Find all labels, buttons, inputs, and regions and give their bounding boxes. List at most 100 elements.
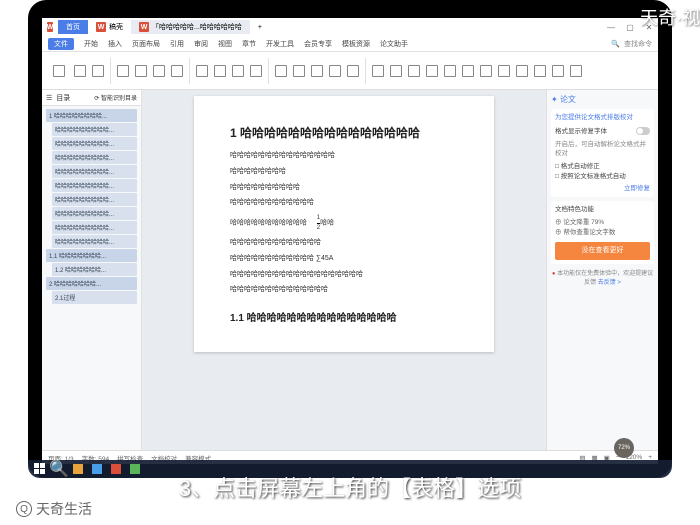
ribbon-btn[interactable] [460,59,476,83]
menu-layout[interactable]: 页面布局 [132,39,160,49]
outline-item[interactable]: 1.1 哈哈哈哈哈哈哈... [46,249,137,262]
ribbon-btn[interactable] [424,59,440,83]
doc-para: 哈哈哈哈哈哈哈哈哈哈哈哈哈哈哈 [230,151,458,161]
ribbon-btn[interactable] [388,59,404,83]
menu-review[interactable]: 审阅 [194,39,208,49]
outline-title: 目录 [56,93,70,103]
ribbon-btn[interactable] [568,59,584,83]
outline-item[interactable]: 2 哈哈哈哈哈哈哈... [46,277,137,290]
ribbon-btn[interactable] [291,59,307,83]
outline-icon: ☰ [46,94,52,102]
outline-item[interactable]: 哈哈哈哈哈哈哈哈哈... [52,207,137,220]
rpanel-fix-link[interactable]: 立即修复 [555,184,650,194]
rpanel-link[interactable]: 为您提供论文格式排版校对 [555,113,650,123]
outline-item[interactable]: 1 哈哈哈哈哈哈哈哈... [46,109,137,122]
logo-icon: Q [16,501,32,517]
menu-view[interactable]: 视图 [218,39,232,49]
tab-new-doc[interactable]: W 稿壳 [88,20,131,34]
outline-item[interactable]: 哈哈哈哈哈哈哈哈哈... [52,193,137,206]
menu-devtools[interactable]: 开发工具 [266,39,294,49]
menubar: 文件 开始 插入 页面布局 引用 审阅 视图 章节 开发工具 会员专享 模板资源… [42,36,658,52]
outline-item[interactable]: 哈哈哈哈哈哈哈哈哈... [52,221,137,234]
ribbon-btn[interactable] [442,59,458,83]
monitor-frame: W 首页 W 稿壳 W 「哈哈哈哈哈...哈哈哈哈哈哈 + — ▢ ✕ 文件 开… [28,0,672,478]
ribbon-btn[interactable] [406,59,422,83]
zoom-badge[interactable]: 72% [614,438,634,458]
doc-para: 哈哈哈哈哈哈哈哈哈哈 [230,183,458,193]
outline-refresh[interactable]: ⟳ 智能识别目录 [94,93,137,102]
search-placeholder: 查找命令 [624,39,652,49]
ribbon-cut[interactable] [72,59,88,83]
ribbon-paste[interactable] [48,59,70,83]
minimize-button[interactable]: — [602,20,620,34]
command-search[interactable]: 🔍 查找命令 [611,39,652,49]
doc-h1: 1 哈哈哈哈哈哈哈哈哈哈哈哈哈哈哈 [230,124,458,141]
ribbon-copy[interactable] [90,59,106,83]
doc-para: 哈哈哈哈哈哈哈哈哈哈哈哈哈哈哈哈哈哈哈 [230,270,458,280]
rpanel-feat2[interactable]: ⊕ 帮你查重论文字数 [555,228,650,238]
outline-list[interactable]: 1 哈哈哈哈哈哈哈哈...哈哈哈哈哈哈哈哈哈...哈哈哈哈哈哈哈哈哈...哈哈哈… [42,106,141,450]
outline-header: ☰ 目录 ⟳ 智能识别目录 [42,90,141,106]
rpanel-feat1[interactable]: ⊕ 论文降重 79% [555,218,650,228]
ribbon-btn[interactable] [370,59,386,83]
ribbon [42,52,658,90]
ribbon-btn[interactable] [514,59,530,83]
doc-para: 哈哈哈哈哈哈哈哈 [230,167,458,177]
ribbon-btn[interactable] [309,59,325,83]
main-area: ☰ 目录 ⟳ 智能识别目录 1 哈哈哈哈哈哈哈哈...哈哈哈哈哈哈哈哈哈...哈… [42,90,658,450]
ribbon-btn[interactable] [550,59,566,83]
tab-home[interactable]: 首页 [58,20,88,34]
rpanel-box1: 为您提供论文格式排版校对 格式显示修复字体 开启后，可自动解析论文格式并校对 □… [551,109,654,197]
outline-item[interactable]: 哈哈哈哈哈哈哈哈哈... [52,137,137,150]
menu-file[interactable]: 文件 [48,38,74,50]
outline-item[interactable]: 1.2 哈哈哈哈哈哈... [52,263,137,276]
doc-h2: 1.1 哈哈哈哈哈哈哈哈哈哈哈哈哈哈哈 [230,309,458,324]
ribbon-btn[interactable] [345,59,361,83]
right-panel: ✦ 论文 为您提供论文格式排版校对 格式显示修复字体 开启后，可自动解析论文格式… [546,90,658,450]
ribbon-btn[interactable] [194,59,210,83]
menu-section[interactable]: 章节 [242,39,256,49]
screen: W 首页 W 稿壳 W 「哈哈哈哈哈...哈哈哈哈哈哈 + — ▢ ✕ 文件 开… [42,18,658,464]
outline-item[interactable]: 哈哈哈哈哈哈哈哈哈... [52,235,137,248]
rpanel-checkbox2[interactable]: □ 按照论文标准格式自动 [555,172,650,182]
outline-item[interactable]: 哈哈哈哈哈哈哈哈哈... [52,123,137,136]
menu-start[interactable]: 开始 [84,39,98,49]
ribbon-btn[interactable] [169,59,185,83]
ribbon-btn[interactable] [327,59,343,83]
maximize-button[interactable]: ▢ [621,20,639,34]
ribbon-btn[interactable] [478,59,494,83]
rpanel-header: ✦ 论文 [551,94,654,105]
doc-para: 哈哈哈哈哈哈哈哈哈哈哈哈哈哈 [230,285,458,295]
outline-panel: ☰ 目录 ⟳ 智能识别目录 1 哈哈哈哈哈哈哈哈...哈哈哈哈哈哈哈哈哈...哈… [42,90,142,450]
watermark-bottom-left: Q 天奇生活 [16,499,92,519]
ribbon-btn[interactable] [212,59,228,83]
rpanel-section-title: 文档特色功能 [555,205,650,215]
tab-document[interactable]: W 「哈哈哈哈哈...哈哈哈哈哈哈 [131,20,250,34]
ribbon-btn[interactable] [151,59,167,83]
feedback-link[interactable]: 去反馈 > [598,280,621,286]
rpanel-checkbox1[interactable]: □ 格式自动修正 [555,162,650,172]
wps-logo[interactable]: W [42,20,58,34]
document-page[interactable]: 1 哈哈哈哈哈哈哈哈哈哈哈哈哈哈哈 哈哈哈哈哈哈哈哈哈哈哈哈哈哈哈 哈哈哈哈哈哈… [194,96,494,352]
menu-reference[interactable]: 引用 [170,39,184,49]
outline-item[interactable]: 哈哈哈哈哈哈哈哈哈... [52,151,137,164]
ribbon-btn[interactable] [133,59,149,83]
ribbon-btn[interactable] [532,59,548,83]
menu-vip[interactable]: 会员专享 [304,39,332,49]
menu-insert[interactable]: 插入 [108,39,122,49]
outline-item[interactable]: 哈哈哈哈哈哈哈哈哈... [52,179,137,192]
ribbon-btn[interactable] [230,59,246,83]
document-canvas[interactable]: 1 哈哈哈哈哈哈哈哈哈哈哈哈哈哈哈 哈哈哈哈哈哈哈哈哈哈哈哈哈哈哈 哈哈哈哈哈哈… [142,90,546,450]
tab-add[interactable]: + [250,22,270,33]
toggle-switch[interactable] [636,127,650,135]
ribbon-btn[interactable] [248,59,264,83]
menu-template[interactable]: 模板资源 [342,39,370,49]
ribbon-btn[interactable] [273,59,289,83]
ribbon-btn[interactable] [115,59,131,83]
ribbon-btn[interactable] [496,59,512,83]
menu-paper[interactable]: 论文助手 [380,39,408,49]
outline-item[interactable]: 2.1过程 [52,291,137,304]
rpanel-cta-button[interactable]: 没在查看更好 [555,242,650,261]
outline-item[interactable]: 哈哈哈哈哈哈哈哈哈... [52,165,137,178]
doc-tab-title: 「哈哈哈哈哈...哈哈哈哈哈哈 [152,22,242,32]
